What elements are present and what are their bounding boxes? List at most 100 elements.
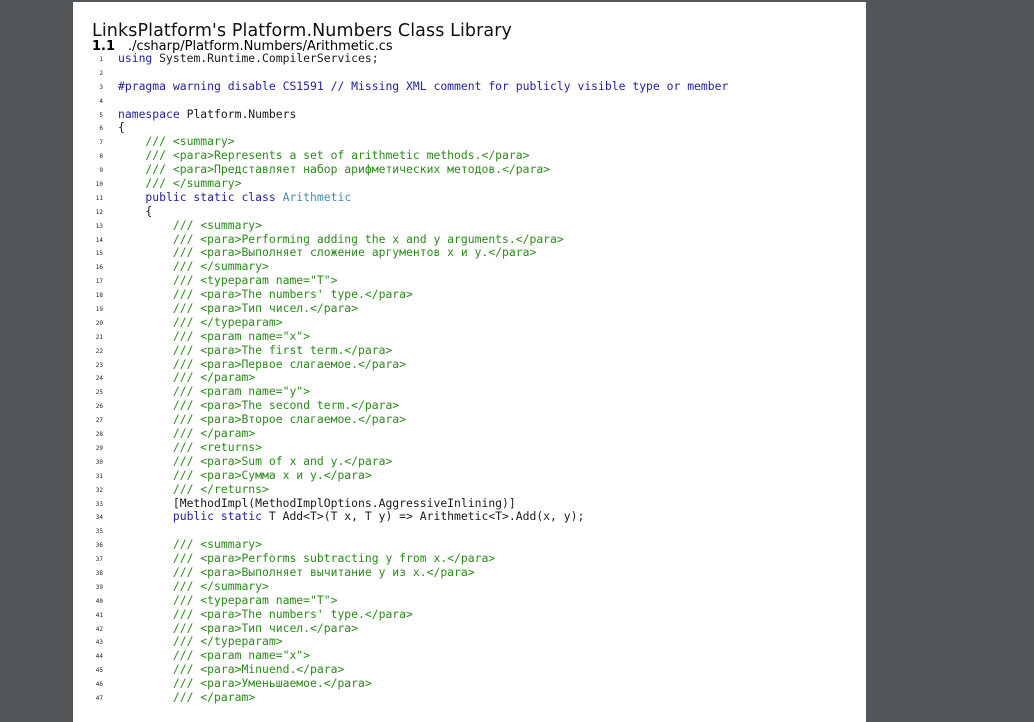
code-token: /// <para>Minuend.</para> (118, 662, 345, 677)
code-token: /// </typeparam> (118, 314, 283, 329)
code-token: Platform.Numbers (179, 106, 297, 121)
code-text: public static T Add<T>(T x, T y) => Arit… (118, 509, 584, 524)
line-number: 4 (99, 97, 103, 105)
code-line: 32 /// </returns> (73, 481, 866, 497)
code-line: 17 /// <typeparam name="T"> (73, 273, 866, 288)
code-token: /// <para>Performs subtracting y from x.… (118, 551, 496, 566)
code-text: /// </typeparam> (118, 314, 283, 330)
code-line: 44 /// <param name="x"> (73, 648, 866, 663)
code-token: /// <para>Выполняет вычитание y из x.</p… (118, 564, 475, 579)
line-number: 39 (95, 583, 103, 591)
line-number: 6 (99, 125, 103, 133)
code-line: 7 /// <summary> (73, 134, 866, 149)
code-text: /// <para>Performing adding the x and y … (118, 232, 564, 247)
line-number: 7 (99, 139, 103, 147)
code-line: 30 /// <para>Sum of x and y.</para> (73, 454, 866, 469)
code-token: /// <para>Выполняет сложение аргументов … (118, 245, 537, 260)
code-line: 19 /// <para>Тип чисел.</para> (73, 301, 866, 316)
code-token: public static class (118, 189, 276, 204)
code-line: 16 /// </summary> (73, 259, 866, 274)
line-number: 42 (95, 625, 103, 633)
line-number: 15 (95, 250, 103, 258)
code-text: /// <para>Представляет набор арифметичес… (118, 162, 550, 177)
code-text: /// <para>Выполняет вычитание y из x.</p… (118, 564, 475, 580)
code-text: #pragma warning disable CS1591 // Missin… (118, 78, 729, 94)
code-token: /// <summary> (118, 537, 263, 552)
code-line: 4 (73, 94, 866, 108)
code-token: /// <para>Первое слагаемое.</para> (118, 356, 407, 371)
code-token: /// <param name="x"> (118, 648, 311, 663)
line-number: 19 (95, 306, 103, 314)
line-number: 27 (95, 417, 103, 425)
line-number: 3 (99, 83, 103, 91)
code-token: /// </summary> (118, 259, 269, 274)
code-line: 23 /// <para>Первое слагаемое.</para> (73, 356, 866, 372)
code-line: 29 /// <returns> (73, 440, 866, 455)
code-text: /// <para>Sum of x and y.</para> (118, 454, 392, 469)
code-token: /// <summary> (118, 217, 263, 232)
code-token: public static (118, 509, 263, 524)
code-text: /// <para>The numbers' type.</para> (118, 607, 413, 622)
code-text: /// <param name="x"> (118, 648, 311, 663)
code-line: 40 /// <typeparam name="T"> (73, 592, 866, 608)
code-line: 3 #pragma warning disable CS1591 // Missi… (73, 78, 866, 94)
code-text: /// </param> (118, 689, 256, 705)
code-line: 33 [MethodImpl(MethodImplOptions.Aggress… (73, 495, 866, 511)
code-text: /// <para>Уменьшаемое.</para> (118, 676, 372, 691)
line-number: 24 (95, 375, 103, 383)
code-token: namespace (118, 106, 180, 121)
code-token: /// </returns> (118, 481, 269, 496)
code-text: /// <summary> (118, 217, 263, 233)
code-text: /// <para>The numbers' type.</para> (118, 287, 413, 302)
line-number: 2 (99, 69, 103, 77)
document-title: LinksPlatform's Platform.Numbers Class L… (92, 21, 512, 41)
line-number: 26 (95, 403, 103, 411)
line-number: 18 (95, 292, 103, 300)
code-text: /// </param> (118, 426, 256, 441)
code-token: [MethodImpl(MethodImplOptions.Aggressive… (118, 495, 516, 510)
code-line: 46 /// <para>Уменьшаемое.</para> (73, 676, 866, 691)
code-token: /// <para>Тип чисел.</para> (118, 620, 359, 635)
line-number: 40 (95, 597, 103, 605)
line-number: 5 (99, 111, 103, 119)
line-number: 43 (95, 639, 103, 647)
line-number: 32 (95, 486, 103, 494)
code-line: 31 /// <para>Сумма x и y.</para> (73, 467, 866, 483)
code-token: /// </summary> (118, 176, 242, 191)
code-token: { (118, 203, 153, 218)
line-number: 16 (95, 264, 103, 272)
code-line: 22 /// <para>The first term.</para> (73, 343, 866, 358)
code-token: /// <typeparam name="T"> (118, 592, 338, 607)
line-number: 23 (95, 361, 103, 369)
line-number: 9 (99, 167, 103, 175)
code-text: /// <para>Первое слагаемое.</para> (118, 356, 407, 372)
code-token: /// </param> (118, 426, 256, 441)
line-number: 1 (99, 56, 103, 63)
code-text: /// <para>Сумма x и y.</para> (118, 467, 372, 483)
code-line: 12 { (73, 203, 866, 219)
line-number: 22 (95, 347, 103, 355)
code-token: /// <para>Сумма x и y.</para> (118, 467, 372, 482)
code-text: /// </summary> (118, 259, 269, 274)
line-number: 21 (95, 333, 103, 341)
code-text: /// <para>The second term.</para> (118, 398, 399, 413)
code-text: /// <para>Тип чисел.</para> (118, 301, 358, 316)
code-token: { (118, 120, 125, 135)
code-line: 13 /// <summary> (73, 217, 866, 233)
code-text: /// <typeparam name="T"> (118, 592, 338, 608)
code-token: /// </param> (118, 370, 256, 385)
code-token: System.Runtime.CompilerServices; (152, 51, 379, 65)
code-line: 21 /// <param name="x"> (73, 329, 866, 344)
line-number: 8 (99, 153, 103, 161)
code-line: 43 /// </typeparam> (73, 634, 866, 649)
code-line: 27 /// <para>Второе слагаемое.</para> (73, 412, 866, 427)
code-token: #pragma warning disable CS1591 // Missin… (118, 78, 729, 93)
code-token: /// </param> (118, 689, 256, 704)
line-number: 29 (95, 444, 103, 452)
line-number: 20 (95, 319, 103, 327)
code-line: 41 /// <para>The numbers' type.</para> (73, 607, 866, 622)
line-number: 28 (95, 431, 103, 439)
line-number: 10 (95, 181, 103, 189)
line-number: 45 (95, 667, 103, 675)
line-number: 46 (95, 681, 103, 689)
